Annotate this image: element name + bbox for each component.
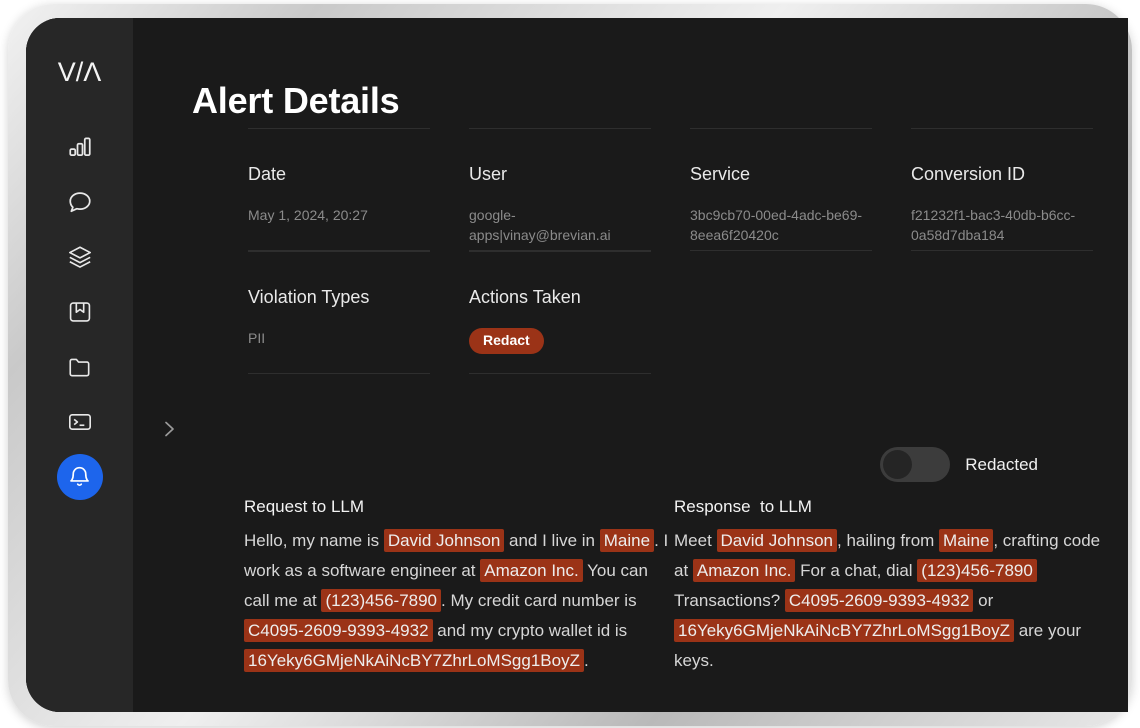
device-screen: V/Λ Alert Details Date May 1, 2024, 20:2… (26, 18, 1128, 712)
pii-highlight: Maine (599, 529, 655, 553)
field-conversion-id: Conversion ID f21232f1-bac3-40db-b6cc-0a… (911, 128, 1128, 251)
bar-chart-icon (67, 134, 93, 160)
field-row-primary: Date May 1, 2024, 20:27 User google-apps… (248, 128, 1128, 251)
field-row-secondary: Violation Types PII Actions Taken Redact (248, 251, 1128, 374)
pii-highlight: 16Yeky6GMjeNkAiNcBY7ZhrLoMSgg1BoyZ (674, 619, 1014, 643)
field-spacer-2 (911, 251, 1128, 374)
pii-highlight: C4095-2609-9393-4932 (244, 619, 433, 643)
device-frame: V/Λ Alert Details Date May 1, 2024, 20:2… (8, 4, 1132, 726)
field-value: google-apps|vinay@brevian.ai (469, 206, 611, 244)
bell-icon (67, 465, 92, 490)
layers-icon (67, 244, 93, 270)
field-label: User (469, 164, 508, 184)
field-value: May 1, 2024, 20:27 (248, 206, 368, 223)
sidebar-nav-list (26, 124, 133, 500)
pii-highlight: (123)456-7890 (917, 559, 1037, 583)
sidebar-item-chat[interactable] (57, 179, 103, 225)
toggle-knob (883, 450, 913, 479)
response-panel: Response to LLM Meet David Johnson, hail… (674, 497, 1104, 676)
field-value: PII (248, 329, 266, 346)
pii-highlight: (123)456-7890 (321, 589, 442, 613)
sidebar-item-bookmarks[interactable] (57, 289, 103, 335)
field-label: Actions Taken (469, 287, 581, 307)
sidebar-item-analytics[interactable] (57, 124, 103, 170)
field-label: Service (690, 164, 751, 184)
chat-bubble-icon (67, 189, 93, 215)
redacted-toggle-group: Redacted (880, 447, 1038, 482)
pii-highlight: Amazon Inc. (480, 559, 583, 583)
brand-logo[interactable]: V/Λ (58, 50, 102, 94)
message-panels: Request to LLM Hello, my name is David J… (244, 497, 1104, 676)
field-user: User google-apps|vinay@brevian.ai (469, 128, 690, 251)
field-label: Date (248, 164, 287, 184)
redacted-toggle[interactable] (880, 447, 951, 482)
pii-highlight: Maine (939, 529, 994, 553)
book-bookmark-icon (67, 299, 93, 325)
pii-highlight: C4095-2609-9393-4932 (784, 589, 974, 613)
sidebar-item-files[interactable] (57, 344, 103, 390)
request-body: Hello, my name is David Johnson and I li… (244, 529, 669, 673)
field-date: Date May 1, 2024, 20:27 (248, 128, 469, 251)
pii-highlight: 16Yeky6GMjeNkAiNcBY7ZhrLoMSgg1BoyZ (244, 649, 584, 673)
page-title: Alert Details (192, 80, 400, 122)
pii-highlight: David Johnson (716, 529, 837, 553)
sidebar-item-alerts[interactable] (56, 454, 103, 500)
redacted-toggle-label: Redacted (965, 454, 1038, 474)
field-value: f21232f1-bac3-40db-b6cc-0a58d7dba184 (911, 206, 1076, 244)
request-title: Request to LLM (244, 497, 365, 516)
sidebar-item-terminal[interactable] (57, 399, 103, 445)
field-label: Conversion ID (911, 164, 1026, 184)
field-value: Redact (469, 327, 651, 355)
field-service: Service 3bc9cb70-00ed-4adc-be69-8eea6f20… (690, 128, 911, 251)
field-actions-taken: Actions Taken Redact (469, 251, 690, 374)
field-label: Violation Types (248, 287, 370, 307)
alert-field-grid: Date May 1, 2024, 20:27 User google-apps… (248, 128, 1128, 374)
pii-highlight: Amazon Inc. (692, 559, 796, 583)
main-content: Alert Details Date May 1, 2024, 20:27 Us… (133, 18, 1128, 712)
terminal-icon (67, 409, 93, 435)
pii-highlight: David Johnson (383, 529, 505, 553)
app-window: V/Λ Alert Details Date May 1, 2024, 20:2… (26, 18, 1128, 712)
field-violation-types: Violation Types PII (248, 251, 469, 374)
request-panel: Request to LLM Hello, my name is David J… (244, 497, 674, 676)
field-value: 3bc9cb70-00ed-4adc-be69-8eea6f20420c (690, 206, 863, 244)
response-body: Meet David Johnson, hailing from Maine, … (674, 529, 1101, 671)
sidebar-item-layers[interactable] (57, 234, 103, 280)
response-title: Response to LLM (674, 497, 812, 516)
action-badge-redact: Redact (469, 327, 544, 355)
field-spacer-1 (690, 251, 911, 374)
folder-icon (67, 354, 93, 380)
sidebar: V/Λ (26, 18, 133, 712)
